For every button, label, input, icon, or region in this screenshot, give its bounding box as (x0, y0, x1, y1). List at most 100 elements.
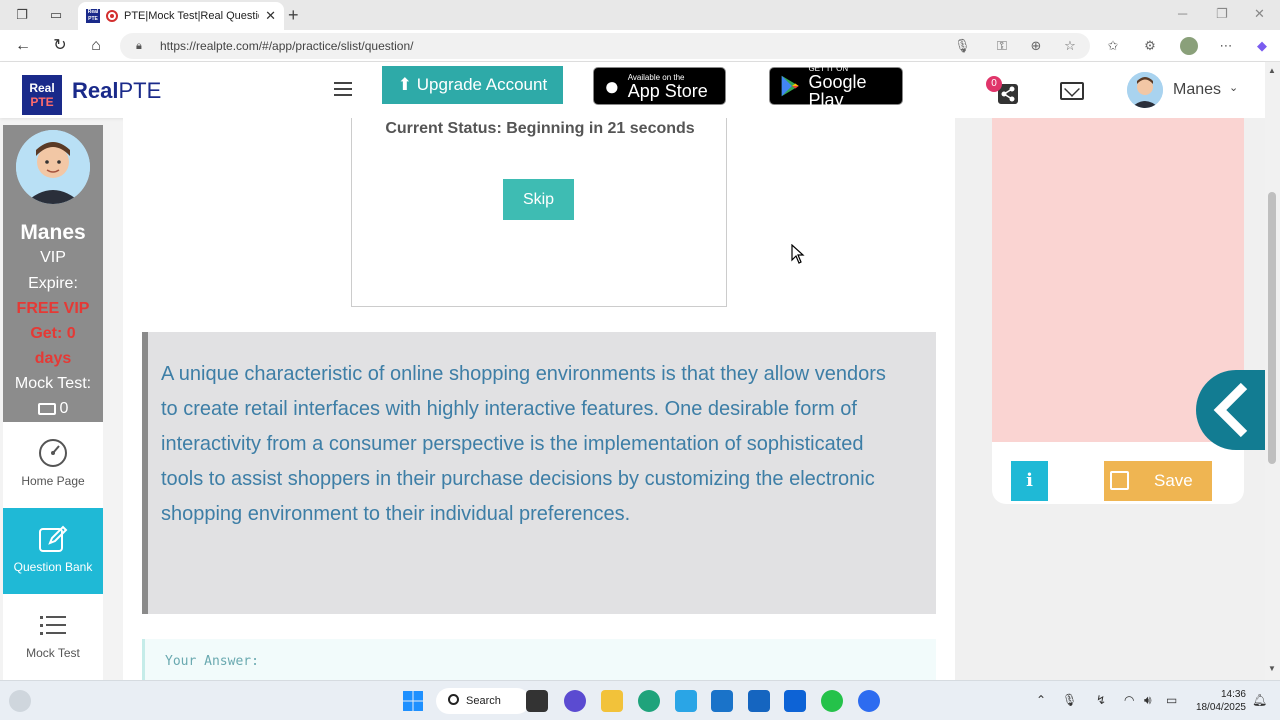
chevron-down-icon[interactable]: ⌄ (1229, 81, 1238, 94)
sidebar-item-label: Mock Test (26, 646, 80, 660)
current-status-text: Current Status: Beginning in 21 seconds (385, 120, 695, 137)
upgrade-arrow-icon: ⬆︎ (397, 75, 417, 94)
weather-icon[interactable] (9, 690, 31, 712)
sidebar-item-label: Question Bank (13, 560, 93, 574)
tab-actions-icon[interactable]: ▭ (48, 7, 64, 23)
mock-test-value: 0 (59, 400, 69, 417)
scroll-up-icon[interactable]: ▲ (1268, 66, 1276, 75)
avatar[interactable] (1127, 72, 1163, 108)
url-text: https://realpte.com/#/app/practice/slist… (160, 39, 414, 53)
info-button[interactable]: i (1011, 461, 1048, 501)
user-avatar-icon (1127, 72, 1163, 108)
logo-box-line1: Real (29, 81, 55, 95)
system-clock[interactable]: 14:36 18/04/2025 (1190, 688, 1246, 714)
mail-icon[interactable] (1060, 82, 1084, 100)
more-menu-icon[interactable]: ⋯ (1218, 38, 1234, 54)
sidebar: Manes VIP Expire: FREE VIP Get: 0 days M… (3, 125, 103, 680)
favorite-star-icon[interactable]: ☆ (1062, 38, 1078, 54)
file-explorer-icon[interactable] (601, 690, 623, 712)
logo-text-bold: Real (72, 78, 119, 103)
answer-field[interactable]: Your Answer: (142, 639, 936, 680)
browser-tab-bar: ❐ ▭ Real PTE PTE|Mock Test|Real Question … (0, 0, 1280, 30)
zoom-app-icon[interactable] (858, 690, 880, 712)
tray-usb-icon[interactable]: ↯ (1096, 693, 1106, 707)
battery-icon[interactable]: ▭ (1166, 693, 1177, 707)
chevron-left-icon (1213, 382, 1248, 438)
vscode-icon[interactable] (675, 690, 697, 712)
microphone-icon[interactable]: 🎙︎ (954, 38, 971, 54)
windows-start-icon[interactable] (402, 690, 424, 712)
share-button[interactable]: 0 (986, 76, 1020, 106)
scrollbar-thumb[interactable] (1268, 192, 1276, 464)
expire-label: Expire: (28, 275, 78, 292)
browser-tab[interactable]: Real PTE PTE|Mock Test|Real Question ✕ (78, 2, 284, 30)
menu-toggle-icon[interactable] (334, 82, 352, 100)
sidebar-avatar (16, 130, 90, 204)
wifi-icon[interactable]: ◠ (1124, 693, 1134, 707)
refresh-icon[interactable]: ↻ (51, 37, 69, 55)
terminal-icon[interactable] (526, 690, 548, 712)
notification-bell-icon[interactable]: 🔔︎ (1252, 693, 1267, 707)
logo-text-light: PTE (118, 78, 162, 103)
sidebar-item-question-bank[interactable]: Question Bank (3, 508, 103, 594)
favorites-icon[interactable]: ✩ (1105, 38, 1121, 54)
taskbar-search[interactable]: Search (436, 688, 530, 714)
zoom-icon[interactable]: ⊕ (1028, 38, 1044, 54)
clock-date: 18/04/2025 (1195, 702, 1246, 713)
close-window-icon[interactable]: ✕ (1254, 6, 1265, 22)
tray-mic-icon[interactable]: 🎙︎ (1062, 693, 1077, 707)
new-tab-icon[interactable]: + (288, 5, 299, 26)
back-icon[interactable]: ← (14, 37, 32, 55)
upgrade-label: Upgrade Account (416, 75, 548, 94)
profile-icon[interactable] (1180, 37, 1198, 55)
key-icon[interactable]: ⚿ (994, 38, 1010, 54)
mail-app-icon[interactable] (711, 690, 733, 712)
logo-box-line2: PTE (30, 95, 54, 109)
url-input[interactable]: 🔒︎ https://realpte.com/#/app/practice/sl… (120, 33, 1090, 59)
tab-title: PTE|Mock Test|Real Question (124, 10, 260, 22)
collapse-panel-button[interactable] (1196, 370, 1266, 450)
copilot-icon[interactable]: ◆ (1254, 38, 1270, 54)
workspaces-icon[interactable]: ❐ (14, 7, 30, 23)
get-days-unit: days (34, 350, 72, 367)
edit-icon (39, 525, 68, 552)
sidebar-item-mock-test[interactable]: Mock Test (3, 594, 103, 680)
tray-overflow-icon[interactable]: ⌃ (1036, 693, 1046, 707)
home-icon[interactable]: ⌂ (87, 37, 105, 55)
user-avatar-icon (16, 130, 90, 204)
logo[interactable]: Real PTE (22, 75, 62, 115)
mouse-cursor-icon (791, 244, 805, 264)
save-disk-icon (1110, 471, 1129, 490)
edge-icon[interactable] (638, 690, 660, 712)
page-scrollbar[interactable]: ▲ ▼ (1265, 62, 1280, 680)
scroll-down-icon[interactable]: ▼ (1268, 664, 1276, 673)
google-play-icon (781, 75, 799, 97)
sidebar-item-home-page[interactable]: Home Page (3, 422, 103, 508)
site-header: Real PTE RealPTE ⬆︎ Upgrade Account ● Av… (0, 62, 1265, 118)
minimize-icon[interactable]: ─ (1178, 6, 1187, 21)
whatsapp-icon[interactable] (821, 690, 843, 712)
header-user-name[interactable]: Manes (1173, 81, 1221, 99)
share-count-badge: 0 (986, 76, 1002, 92)
site-info-icon[interactable]: 🔒︎ (136, 33, 142, 59)
store-icon[interactable] (748, 690, 770, 712)
list-icon (40, 616, 66, 635)
sidebar-item-label: Home Page (21, 474, 85, 488)
skip-button[interactable]: Skip (503, 179, 574, 220)
apple-icon: ● (604, 70, 620, 101)
volume-icon[interactable]: 🔊︎ (1144, 693, 1152, 708)
save-button[interactable]: Save (1104, 461, 1212, 501)
logo-text[interactable]: RealPTE (72, 78, 161, 104)
maximize-icon[interactable]: ❐ (1216, 6, 1228, 22)
upgrade-account-button[interactable]: ⬆︎ Upgrade Account (382, 66, 563, 104)
google-play-button[interactable]: GET IT ON Google Play (769, 64, 903, 109)
dropbox-icon[interactable] (784, 690, 806, 712)
clock-time: 14:36 (1220, 689, 1246, 700)
chat-icon[interactable] (564, 690, 586, 712)
question-passage: A unique characteristic of online shoppi… (142, 332, 936, 614)
extensions-icon[interactable]: ⚙ (1142, 38, 1158, 54)
app-store-button[interactable]: ● Available on the App Store (593, 67, 726, 105)
money-icon (37, 402, 56, 415)
search-label: Search (466, 695, 501, 707)
close-tab-icon[interactable]: ✕ (265, 8, 276, 24)
